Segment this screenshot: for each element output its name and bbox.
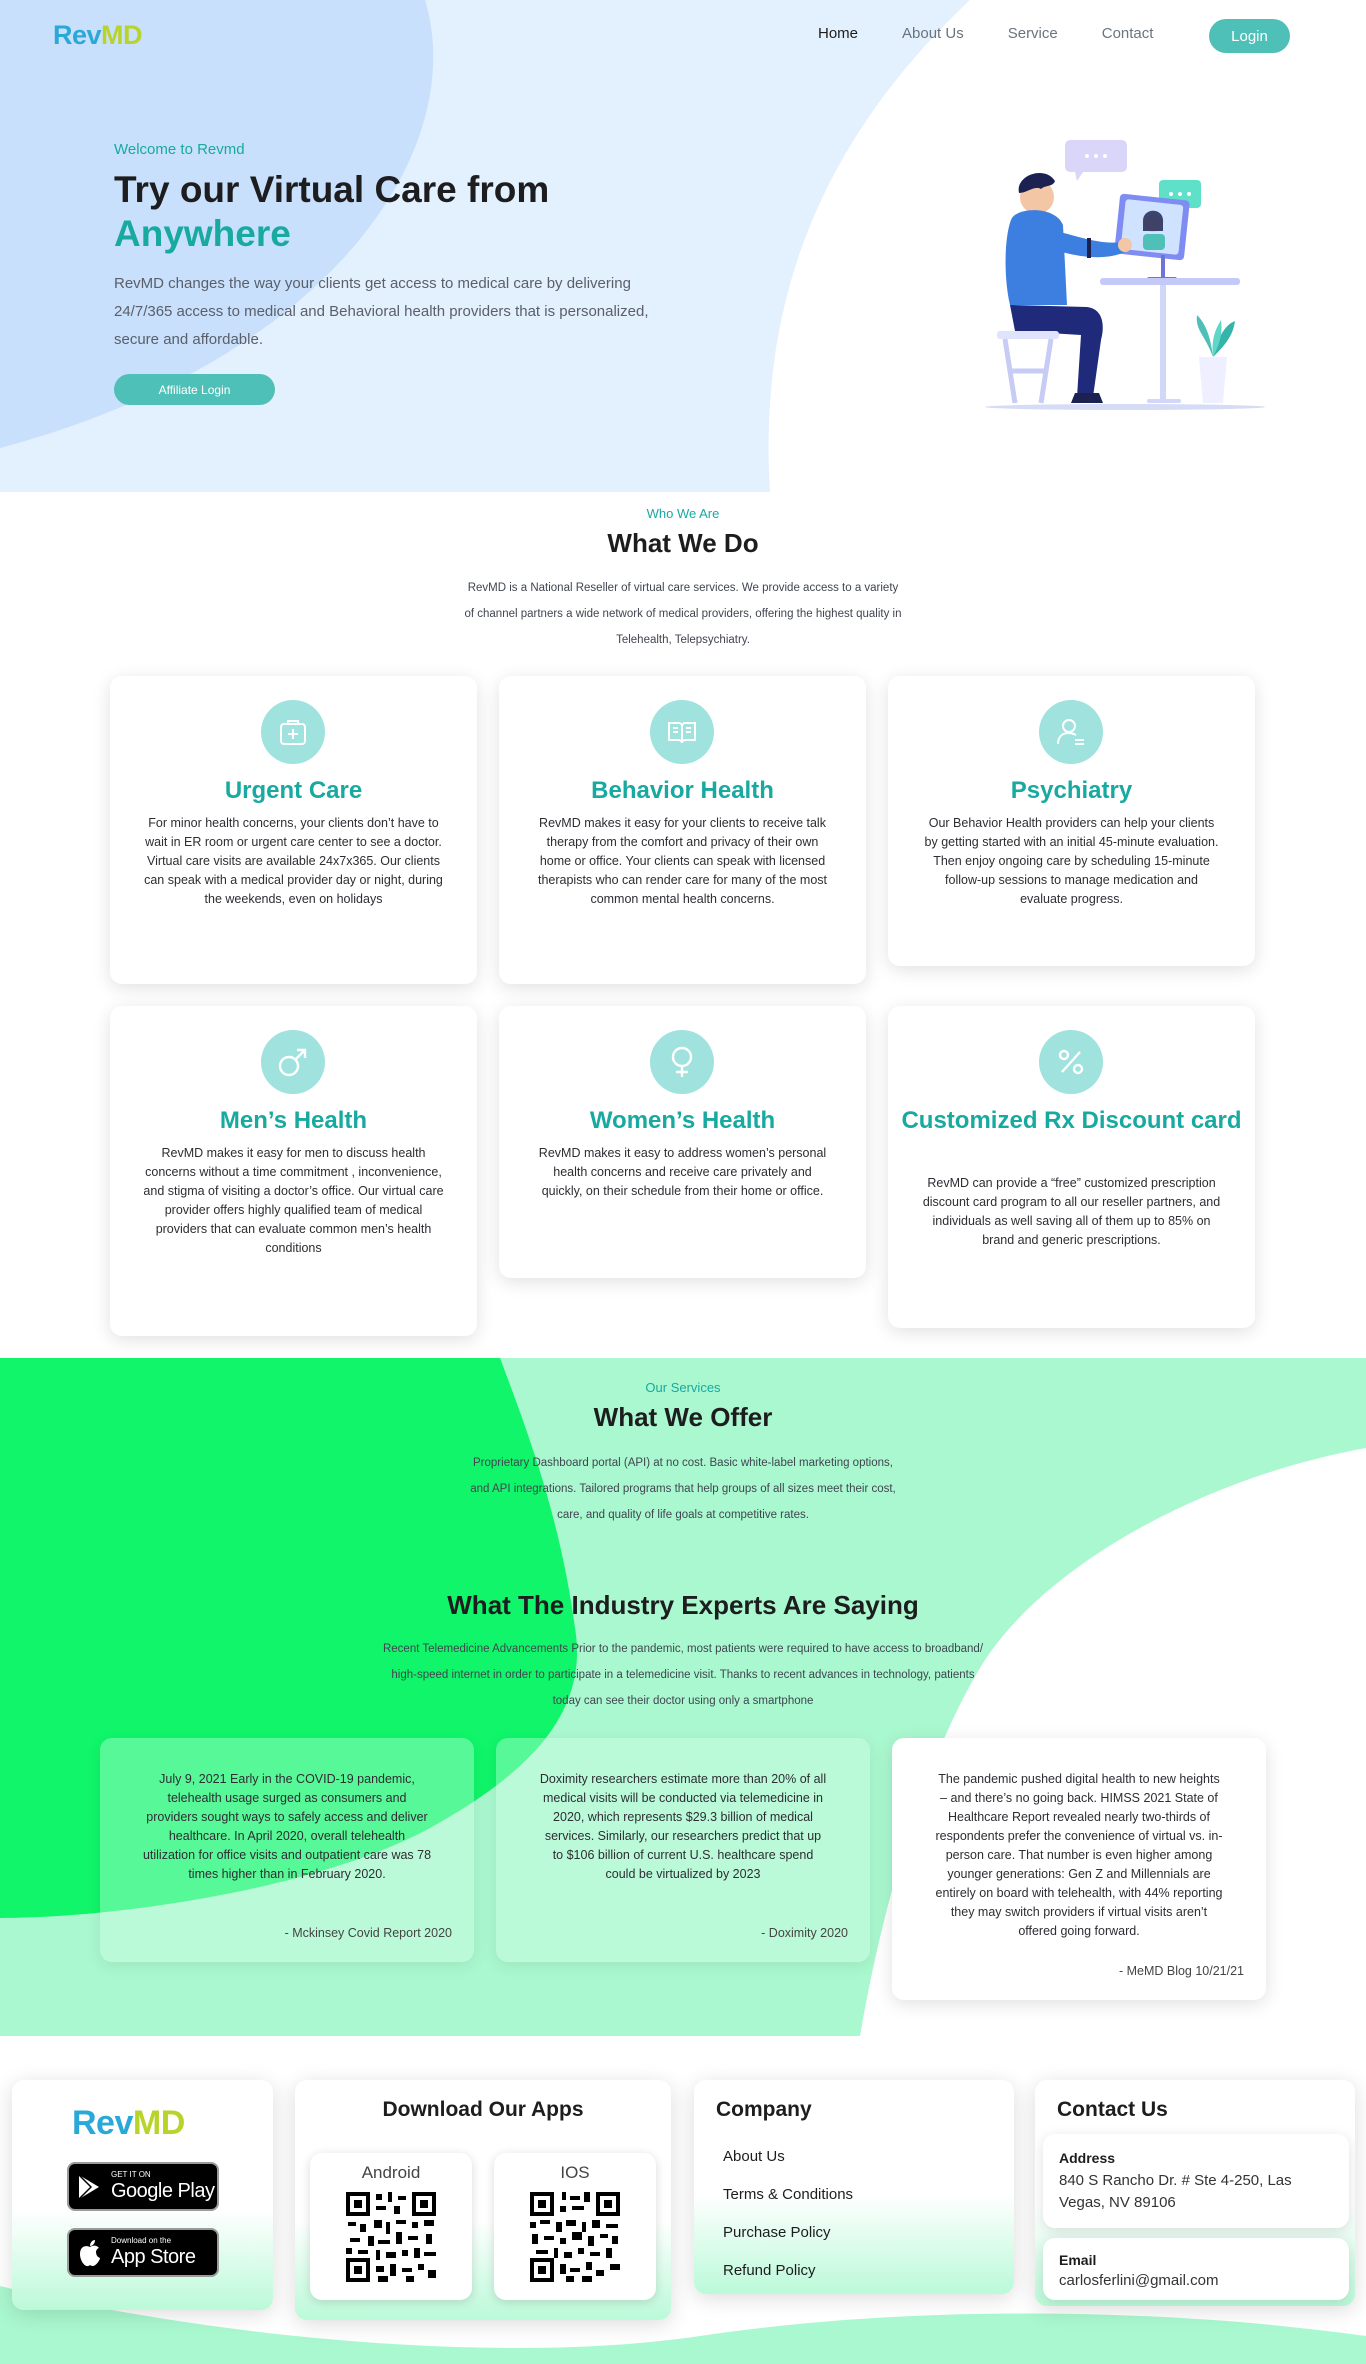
footer-link-refund-policy[interactable]: Refund Policy [723, 2262, 816, 2279]
google-play-icon [78, 2173, 99, 2200]
company-title: Company [716, 2098, 812, 2121]
nav-service[interactable]: Service [1008, 25, 1058, 42]
services-title: What We Offer [593, 1402, 773, 1432]
card-text: RevMD makes it easy to address women’s p… [538, 1146, 827, 1198]
testimonial-card-3: The pandemic pushed digital health to ne… [892, 1738, 1266, 2000]
store-sub: Download on the [111, 2236, 172, 2245]
card-gradient [694, 2194, 1014, 2294]
footer-link-terms[interactable]: Terms & Conditions [723, 2186, 853, 2203]
logo-rev-text: Rev [72, 2104, 133, 2142]
footer-company-card: Company About Us Terms & Conditions Purc… [694, 2080, 1014, 2294]
card-text: RevMD makes it easy for men to discuss h… [143, 1146, 444, 1255]
footer-apps-card: Download Our Apps Android IOS [295, 2080, 671, 2320]
footer-link-purchase-policy[interactable]: Purchase Policy [723, 2224, 831, 2241]
what-we-do-description: RevMD is a National Reseller of virtual … [464, 582, 902, 646]
footer: RevMD GET IT ON Google Play Download on … [0, 2036, 1366, 2364]
card-title: Men’s Health [219, 1107, 368, 1134]
footer-logo[interactable]: RevMD [72, 2104, 185, 2143]
what-we-do-title: What We Do [607, 528, 759, 558]
service-card-behavior-health[interactable]: Behavior Health RevMD makes it easy for … [499, 676, 866, 984]
service-card-womens-health[interactable]: Women’s Health RevMD makes it easy to ad… [499, 1006, 866, 1278]
store-main: Google Play [111, 2180, 215, 2202]
female-symbol-icon [650, 1030, 714, 1094]
testimonial-card-1: July 9, 2021 Early in the COVID-19 pande… [100, 1738, 474, 1962]
services-eyebrow: Our Services [645, 1380, 721, 1395]
header-logo[interactable]: RevMD [53, 20, 143, 51]
testimonial-text: July 9, 2021 Early in the COVID-19 pande… [142, 1772, 432, 1881]
service-card-psychiatry[interactable]: Psychiatry Our Behavior Health providers… [888, 676, 1255, 966]
address-box: Address 840 S Rancho Dr. # Ste 4-250, La… [1043, 2134, 1349, 2228]
service-card-urgent-care[interactable]: Urgent Care For minor health concerns, y… [110, 676, 477, 984]
store-sub: GET IT ON [111, 2170, 151, 2179]
nav-home[interactable]: Home [818, 25, 858, 42]
footer-contact-card: Contact Us Address 840 S Rancho Dr. # St… [1035, 2080, 1355, 2306]
hero-title-line2: Anywhere [114, 213, 291, 254]
what-we-do-eyebrow: Who We Are [646, 506, 720, 521]
email-label: Email [1059, 2252, 1097, 2268]
experts-title: What The Industry Experts Are Saying [447, 1590, 919, 1620]
qr-label: IOS [560, 2163, 590, 2182]
footer-brand-card: RevMD GET IT ON Google Play Download on … [12, 2080, 273, 2310]
google-play-button[interactable]: GET IT ON Google Play [67, 2162, 219, 2211]
hero-eyebrow: Welcome to Revmd [114, 141, 245, 158]
footer-link-about-us[interactable]: About Us [723, 2148, 785, 2165]
card-text: For minor health concerns, your clients … [144, 816, 443, 906]
logo-rev-text: Rev [53, 20, 102, 50]
contact-title: Contact Us [1057, 2098, 1168, 2121]
nav-contact[interactable]: Contact [1102, 25, 1154, 42]
affiliate-login-button[interactable]: Affiliate Login [114, 374, 275, 405]
testimonial-source: - Doximity 2020 [761, 1926, 848, 1940]
card-text: RevMD can provide a “free” customized pr… [922, 1176, 1221, 1247]
service-card-rx-discount[interactable]: Customized Rx Discount card RevMD can pr… [888, 1006, 1255, 1328]
user-check-icon [1039, 700, 1103, 764]
qr-code-icon [346, 2192, 436, 2282]
services-section: Our Services What We Offer Proprietary D… [0, 1358, 1366, 2036]
address-label: Address [1059, 2150, 1116, 2166]
card-text: RevMD makes it easy for your clients to … [537, 816, 828, 906]
qr-code-icon [530, 2192, 620, 2282]
nav-about-us[interactable]: About Us [902, 25, 964, 42]
percent-icon [1039, 1030, 1103, 1094]
hero-section: RevMD Home About Us Service Contact Logi… [0, 0, 1366, 492]
hero-description: RevMD changes the way your clients get a… [114, 275, 649, 348]
card-title: Behavior Health [591, 777, 774, 804]
testimonial-text: The pandemic pushed digital health to ne… [935, 1772, 1223, 1938]
login-button[interactable]: Login [1209, 19, 1290, 53]
android-qr-card[interactable]: Android [310, 2153, 472, 2300]
store-main: App Store [111, 2246, 196, 2268]
testimonial-source: - MeMD Blog 10/21/21 [1118, 1964, 1244, 1978]
card-title: Customized Rx Discount card [901, 1107, 1242, 1134]
testimonial-source: - Mckinsey Covid Report 2020 [284, 1926, 452, 1940]
experts-description: Recent Telemedicine Advancements Prior t… [382, 1643, 984, 1707]
card-text: Our Behavior Health providers can help y… [924, 816, 1219, 906]
ios-qr-card[interactable]: IOS [494, 2153, 656, 2300]
address-value: 840 S Rancho Dr. # Ste 4-250, Las Vegas,… [1059, 2172, 1292, 2211]
hero-title-line1: Try our Virtual Care from [114, 169, 550, 210]
apple-icon [80, 2239, 100, 2266]
card-title: Psychiatry [1010, 777, 1133, 804]
service-card-mens-health[interactable]: Men’s Health RevMD makes it easy for men… [110, 1006, 477, 1336]
logo-md-text: MD [132, 2104, 185, 2142]
hero-title: Try our Virtual Care from Anywhere [114, 168, 549, 256]
male-symbol-icon [261, 1030, 325, 1094]
telehealth-illustration [985, 140, 1265, 410]
logo-md-text: MD [101, 20, 143, 50]
first-aid-kit-icon [261, 700, 325, 764]
app-store-button[interactable]: Download on the App Store [67, 2228, 219, 2277]
qr-label: Android [361, 2163, 421, 2182]
testimonial-card-2: Doximity researchers estimate more than … [496, 1738, 870, 1962]
email-box: Email carlosferlini@gmail.com [1043, 2238, 1349, 2300]
testimonial-text: Doximity researchers estimate more than … [539, 1772, 827, 1881]
email-value[interactable]: carlosferlini@gmail.com [1059, 2270, 1339, 2292]
apps-title: Download Our Apps [382, 2098, 584, 2121]
open-book-icon [650, 700, 714, 764]
services-description: Proprietary Dashboard portal (API) at no… [470, 1457, 896, 1521]
main-nav: Home About Us Service Contact [818, 25, 1197, 42]
card-title: Urgent Care [224, 777, 363, 804]
card-title: Women’s Health [589, 1107, 776, 1134]
